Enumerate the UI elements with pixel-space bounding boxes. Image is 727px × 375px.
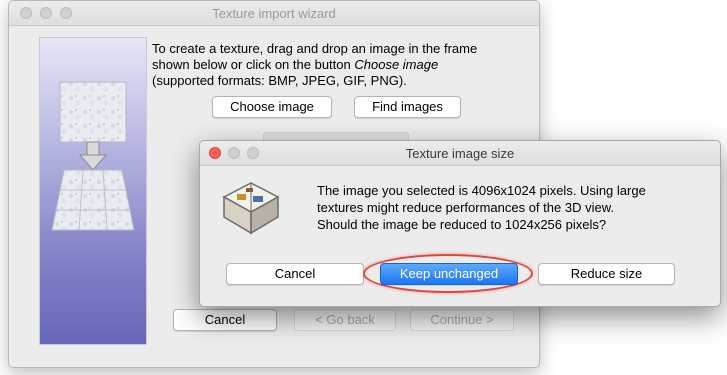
reduce-size-button[interactable]: Reduce size: [538, 263, 675, 285]
find-images-button[interactable]: Find images: [354, 96, 461, 118]
continue-button[interactable]: Continue >: [410, 309, 514, 331]
keep-unchanged-button[interactable]: Keep unchanged: [380, 263, 518, 285]
dialog-cancel-button[interactable]: Cancel: [226, 263, 364, 285]
wizard-title: Texture import wizard: [212, 6, 336, 21]
instructions-line-2: shown below or click on the button Choos…: [152, 57, 537, 73]
instructions-line-1: To create a texture, drag and drop an im…: [152, 41, 478, 56]
go-back-button[interactable]: < Go back: [294, 309, 396, 331]
arrow-down-icon: [78, 141, 108, 171]
dialog-title: Texture image size: [405, 146, 515, 161]
wizard-cancel-button[interactable]: Cancel: [173, 309, 277, 331]
texture-image-icon: [59, 81, 127, 143]
floor-tiles-icon: [51, 169, 135, 231]
message-line-3: Should the image be reduced to 1024x256 …: [317, 217, 607, 232]
wizard-side-panel: [39, 37, 147, 345]
sweet-home-3d-icon: [222, 182, 280, 235]
instructions-line-2-emphasis: Choose image: [354, 57, 439, 72]
message-line-1: The image you selected is 4096x1024 pixe…: [317, 183, 646, 198]
wizard-illustration: [51, 81, 135, 231]
dialog-message: The image you selected is 4096x1024 pixe…: [317, 182, 717, 233]
wizard-instructions: To create a texture, drag and drop an im…: [152, 41, 537, 89]
message-line-2: textures might reduce performances of th…: [317, 200, 614, 215]
choose-image-button[interactable]: Choose image: [212, 96, 332, 118]
texture-image-size-dialog: Texture image size The image you selecte…: [199, 140, 721, 307]
wizard-titlebar: Texture import wizard: [9, 1, 539, 26]
dialog-titlebar: Texture image size: [200, 141, 720, 166]
instructions-line-3: (supported formats: BMP, JPEG, GIF, PNG)…: [152, 73, 407, 88]
instructions-line-2-prefix: shown below or click on the button: [152, 57, 351, 72]
